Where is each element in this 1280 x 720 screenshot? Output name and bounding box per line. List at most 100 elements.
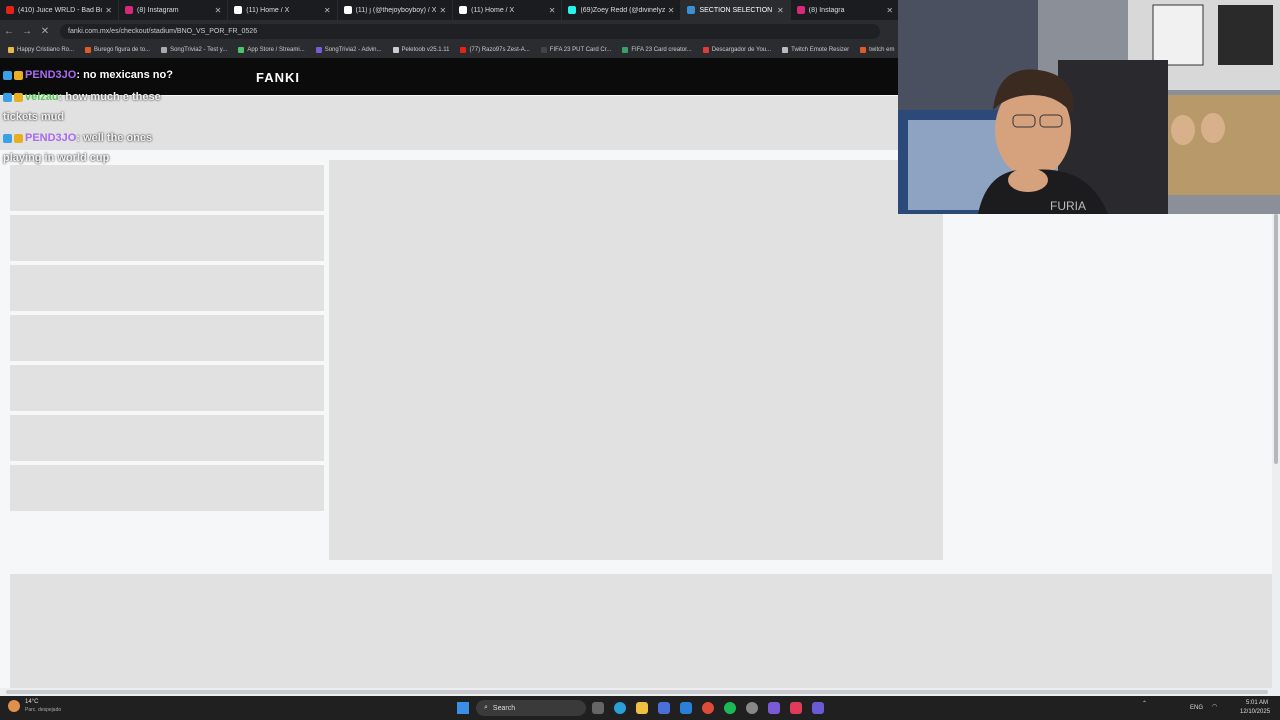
bookmark-item[interactable]: SongTrivia2 - Test y... xyxy=(161,47,227,53)
chat-badge-icon xyxy=(3,92,12,102)
bookmark-label: Burego figura de to... xyxy=(94,47,151,53)
bookmark-favicon-icon xyxy=(392,47,399,53)
tab-favicon-icon xyxy=(568,6,577,14)
bookmark-label: Happy Cristiano Ro... xyxy=(17,47,75,53)
wifi-icon[interactable]: ◠ xyxy=(1212,703,1217,710)
reload-icon[interactable]: ✕ xyxy=(36,26,54,37)
browser-tab[interactable]: (11) Home / X ✕ xyxy=(453,0,563,20)
bookmark-item[interactable]: Peletoob v25.1.11 xyxy=(392,47,449,53)
bookmark-item[interactable]: FIFA 23 Card creator... xyxy=(622,47,692,53)
taskbar-search[interactable]: ⌕ Search xyxy=(476,700,586,716)
search-label: Search xyxy=(492,704,516,712)
file-explorer-icon[interactable] xyxy=(636,702,648,714)
tab-close-icon[interactable]: ✕ xyxy=(668,6,675,15)
chat-line: velzau: how much e these xyxy=(3,91,161,103)
tab-close-icon[interactable]: ✕ xyxy=(215,6,222,15)
chat-message: : how much e these xyxy=(58,91,161,103)
tab-close-icon[interactable]: ✕ xyxy=(777,6,784,15)
discord-icon[interactable] xyxy=(768,702,780,714)
bookmark-label: FIFA 23 Card creator... xyxy=(631,47,692,53)
tab-title: (410) Juice WRLD - Bad Boy ft xyxy=(18,6,102,14)
skeleton-stadium-map xyxy=(329,160,943,560)
tab-favicon-icon xyxy=(234,6,243,14)
task-view-icon[interactable] xyxy=(592,702,604,714)
bookmark-favicon-icon xyxy=(85,47,92,53)
spotify-icon[interactable] xyxy=(724,702,736,714)
mail-icon[interactable] xyxy=(680,702,692,714)
chat-line: PEND3JO: no mexicans no? xyxy=(3,69,173,81)
back-icon[interactable]: ← xyxy=(0,26,18,37)
chat-username: PEND3JO xyxy=(25,69,77,81)
bookmarks-bar: Happy Cristiano Ro... Burego figura de to… xyxy=(0,42,900,58)
browser-tab[interactable]: (69)Zoey Redd (@divinelyzoey✕ xyxy=(562,0,682,20)
bookmark-item[interactable]: FIFA 23 PUT Card Cr... xyxy=(540,47,611,53)
skeleton-side-item xyxy=(10,465,324,511)
bookmark-label: Twitch Emote Resizer xyxy=(791,47,850,53)
bookmark-item[interactable]: Twitch Emote Resizer xyxy=(782,47,849,53)
bookmark-label: SongTrivia2 - Test y... xyxy=(170,47,228,53)
horizontal-scrollbar[interactable] xyxy=(0,688,1280,696)
bookmark-favicon-icon xyxy=(315,47,322,53)
teams-icon[interactable] xyxy=(812,702,824,714)
tab-close-icon[interactable]: ✕ xyxy=(886,6,893,15)
tray-chevron-icon[interactable]: ⌃ xyxy=(1142,700,1147,707)
browser-tab[interactable]: (8) Instagram ✕ xyxy=(119,0,229,20)
bookmark-label: (77) Razo97s Zest-A... xyxy=(469,47,530,53)
address-bar-row: ← → ✕ fanki.com.mx/es/checkout/stadium/B… xyxy=(0,20,900,42)
bookmark-item[interactable]: twitch em xyxy=(860,47,895,53)
chrome-icon[interactable] xyxy=(702,702,714,714)
bookmark-favicon-icon xyxy=(702,47,709,53)
browser-tab[interactable]: (410) Juice WRLD - Bad Boy ft✕ xyxy=(0,0,119,20)
chat-message: : no mexicans no? xyxy=(76,69,173,81)
tab-close-icon[interactable]: ✕ xyxy=(105,6,112,15)
tray-time[interactable]: 5:01 AM xyxy=(1246,700,1268,706)
weather-icon[interactable] xyxy=(8,700,20,712)
skeleton-side-item xyxy=(10,415,324,461)
skeleton-side-item xyxy=(10,165,324,211)
url-field[interactable]: fanki.com.mx/es/checkout/stadium/BNO_VS_… xyxy=(60,23,880,39)
scrollbar-thumb[interactable] xyxy=(1274,214,1278,464)
bookmark-item[interactable]: Burego figura de to... xyxy=(85,47,150,53)
bookmark-item[interactable]: Happy Cristiano Ro... xyxy=(8,47,74,53)
vertical-scrollbar[interactable] xyxy=(1272,214,1280,690)
settings-icon[interactable] xyxy=(746,702,758,714)
tab-favicon-icon xyxy=(796,6,805,14)
music-icon[interactable] xyxy=(790,702,802,714)
browser-tab[interactable]: SECTION SELECTION ✕ xyxy=(681,0,791,20)
bookmark-item[interactable]: Descargador de You... xyxy=(702,47,771,53)
chat-line: PEND3JO: well the ones xyxy=(3,132,152,144)
store-icon[interactable] xyxy=(658,702,670,714)
chat-username: PEND3JO xyxy=(25,132,77,144)
chat-line: playing in world cup xyxy=(3,152,109,164)
bookmark-item[interactable]: (77) Razo97s Zest-A... xyxy=(460,47,530,53)
browser-tab-bar: (410) Juice WRLD - Bad Boy ft✕(8) Instag… xyxy=(0,0,901,20)
forward-icon[interactable]: → xyxy=(18,26,36,37)
bookmark-item[interactable]: SongTrivia2 - Advin... xyxy=(315,47,382,53)
weather-temp: 14°C xyxy=(25,699,39,705)
chat-username: velzau xyxy=(25,91,59,103)
chat-badge-icon xyxy=(14,70,23,80)
tray-date[interactable]: 12/10/2025 xyxy=(1240,709,1270,715)
site-logo[interactable]: FANKI xyxy=(256,70,300,85)
url-text: fanki.com.mx/es/checkout/stadium/BNO_VS_… xyxy=(68,27,258,35)
chat-badge-icon xyxy=(3,133,12,143)
scrollbar-thumb[interactable] xyxy=(6,690,1268,694)
chat-message: playing in world cup xyxy=(3,152,110,164)
tray-lang[interactable]: ENG xyxy=(1190,705,1203,711)
browser-tab[interactable]: (8) Instagra ✕ xyxy=(791,0,901,20)
bookmark-item[interactable]: App Store / Streami... xyxy=(238,47,305,53)
tab-close-icon[interactable]: ✕ xyxy=(549,6,556,15)
browser-tab[interactable]: (11) j (@thejoyboyboy) / X ✕ xyxy=(338,0,454,20)
tab-close-icon[interactable]: ✕ xyxy=(439,6,446,15)
tab-close-icon[interactable]: ✕ xyxy=(324,6,331,15)
chat-badge-icon xyxy=(3,70,12,80)
bookmark-label: SongTrivia2 - Advin... xyxy=(324,47,382,53)
tab-favicon-icon xyxy=(459,6,468,14)
tab-favicon-icon xyxy=(125,6,133,14)
skeleton-side-item xyxy=(10,215,324,261)
webcam-overlay: FURIA xyxy=(898,0,1280,214)
bookmark-favicon-icon xyxy=(782,47,789,53)
browser-tab[interactable]: (11) Home / X ✕ xyxy=(228,0,338,20)
windows-start-icon[interactable] xyxy=(457,702,469,714)
edge-icon[interactable] xyxy=(614,702,626,714)
